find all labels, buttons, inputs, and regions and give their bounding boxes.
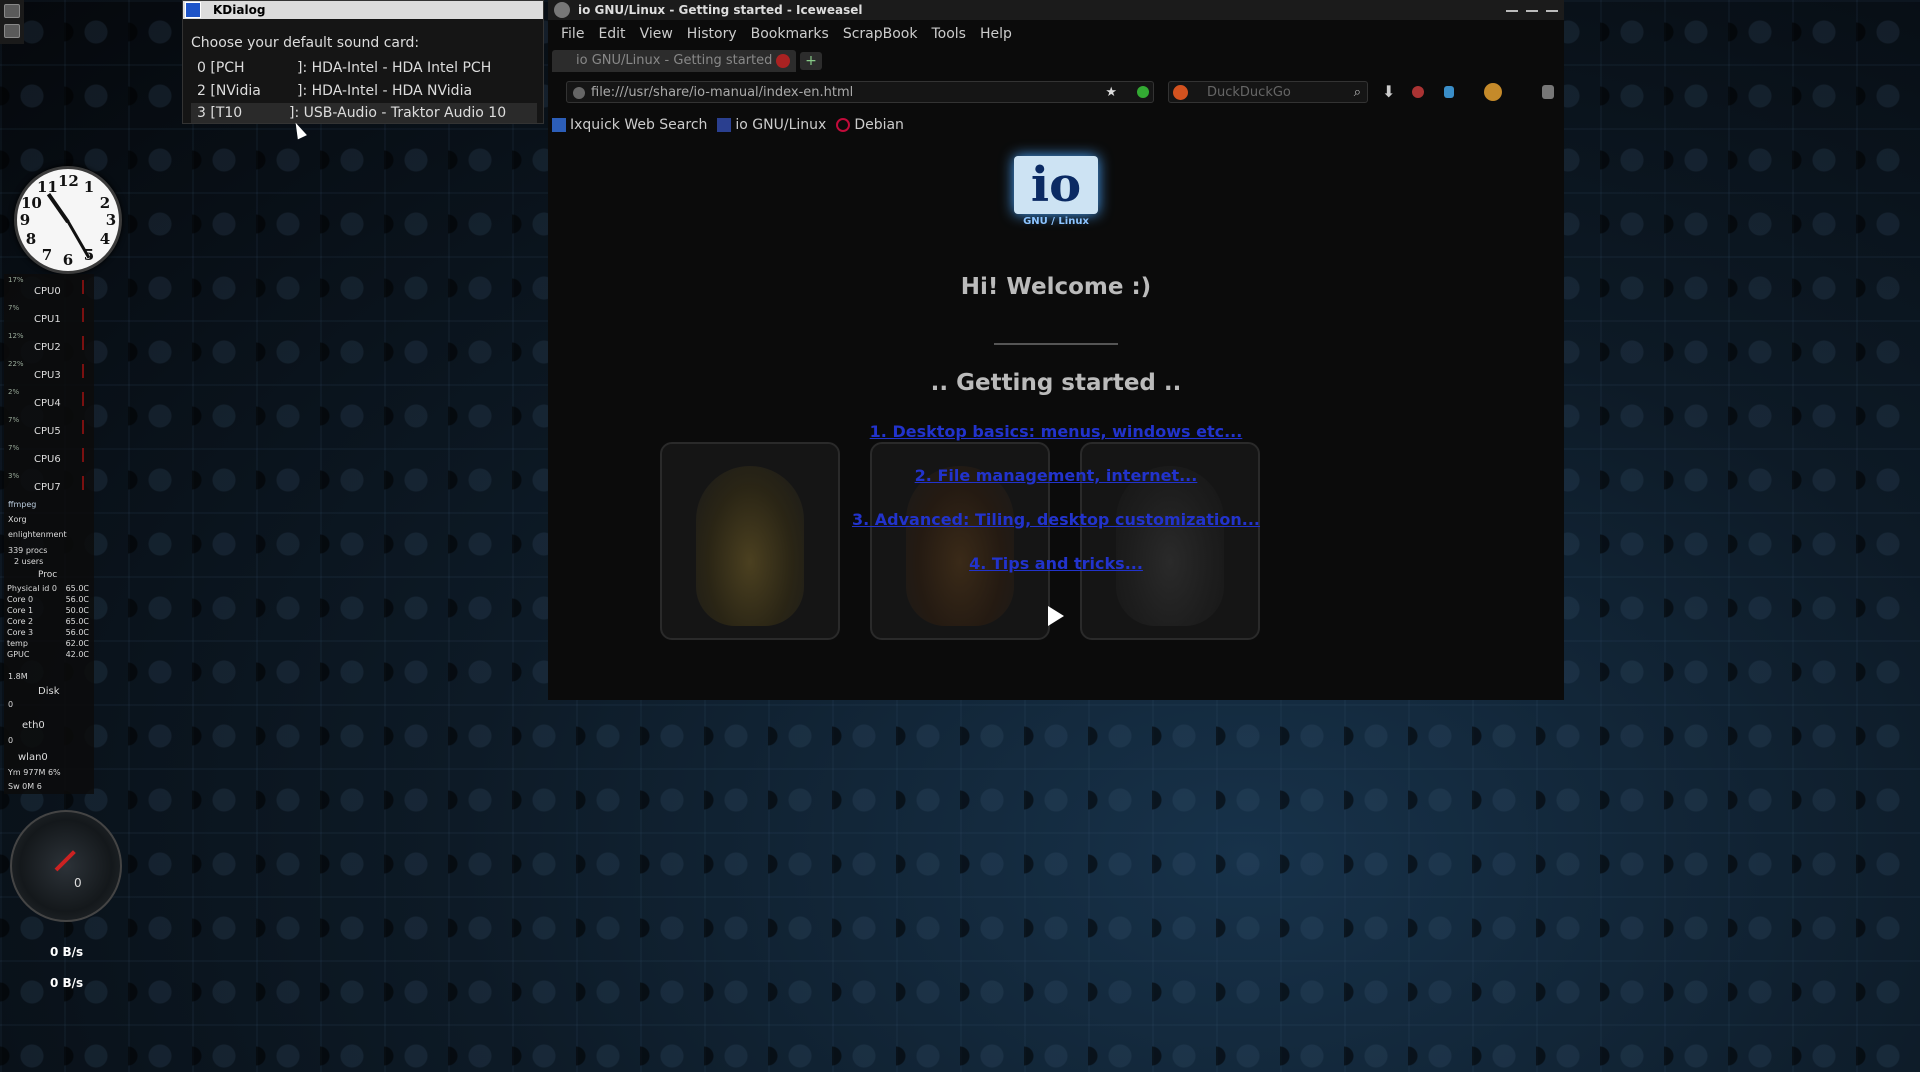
maximize-button[interactable] bbox=[1526, 10, 1538, 12]
clock-hour-hand bbox=[46, 193, 70, 224]
search-icon[interactable]: ⌕ bbox=[1354, 82, 1361, 104]
greasemonkey-icon[interactable] bbox=[1484, 83, 1502, 101]
process-name: enlightenment bbox=[8, 530, 67, 539]
privacy-icon[interactable] bbox=[1542, 85, 1554, 99]
bookmark-debian[interactable]: Debian bbox=[836, 117, 904, 133]
cpu-row: 17% CPU0 bbox=[4, 276, 94, 302]
link-desktop-basics[interactable]: 1. Desktop basics: menus, windows etc... bbox=[548, 422, 1564, 441]
close-tab-icon[interactable] bbox=[776, 54, 790, 68]
wlan-label: wlan0 bbox=[18, 752, 48, 763]
link-tips[interactable]: 4. Tips and tricks... bbox=[548, 554, 1564, 573]
eth-label: eth0 bbox=[22, 720, 45, 731]
cpu-row: 2% CPU4 bbox=[4, 388, 94, 414]
sensor-row: temp 62.0C bbox=[7, 639, 89, 648]
kdialog-title: KDialog bbox=[213, 3, 266, 17]
sensors-title: Proc bbox=[38, 570, 58, 580]
divider bbox=[994, 343, 1118, 345]
go-icon[interactable] bbox=[1137, 86, 1149, 98]
wlan-value: 0 bbox=[8, 736, 14, 745]
search-input[interactable]: DuckDuckGo ⌕ bbox=[1168, 81, 1368, 103]
browser-titlebar[interactable]: io GNU/Linux - Getting started - Iceweas… bbox=[548, 0, 1564, 20]
menu-file[interactable]: File bbox=[561, 26, 584, 42]
sensor-row: Core 1 50.0C bbox=[7, 606, 89, 615]
kdialog-window: KDialog Choose your default sound card: … bbox=[182, 0, 544, 124]
addon-icon[interactable] bbox=[1412, 86, 1424, 98]
process-name: ffmpeg bbox=[8, 500, 37, 509]
disk-value: 1.8M bbox=[8, 672, 28, 681]
window-title: io GNU/Linux - Getting started - Iceweas… bbox=[578, 3, 863, 17]
menu-edit[interactable]: Edit bbox=[598, 26, 625, 42]
cpu-row: 12% CPU2 bbox=[4, 332, 94, 358]
getting-started-heading: .. Getting started .. bbox=[930, 370, 1182, 396]
menu-bookmarks[interactable]: Bookmarks bbox=[751, 26, 829, 42]
tab-strip: io GNU/Linux - Getting started + bbox=[548, 48, 1564, 76]
new-tab-button[interactable]: + bbox=[800, 52, 822, 70]
cpu-gauge: 0 bbox=[10, 810, 122, 922]
kdialog-prompt: Choose your default sound card: bbox=[191, 35, 420, 51]
download-icon[interactable]: ⬇ bbox=[1382, 84, 1398, 100]
cpu-row: 7% CPU1 bbox=[4, 304, 94, 330]
minimize-button[interactable] bbox=[1506, 10, 1518, 12]
bookmark-ixquick[interactable]: Ixquick Web Search bbox=[552, 117, 707, 133]
system-monitor: 17% CPU0 7% CPU1 12% CPU2 22% CPU3 2% CPU4 7%… bbox=[4, 274, 94, 794]
sensor-row: Physical id 0 65.0C bbox=[7, 584, 89, 593]
system-panel: 12 1 2 3 4 5 6 7 8 9 10 11 17%CPU0 7%CPU… bbox=[0, 0, 122, 1072]
sensor-row: Core 0 56.0C bbox=[7, 595, 89, 604]
tab-getting-started[interactable]: io GNU/Linux - Getting started bbox=[552, 50, 796, 72]
cpu-row: 7% CPU6 bbox=[4, 444, 94, 470]
users-count: 2 users bbox=[14, 557, 44, 566]
disk-label: Disk bbox=[38, 686, 60, 697]
url-bar[interactable]: file:///usr/share/io-manual/index-en.htm… bbox=[566, 81, 1154, 103]
bookmark-star-icon[interactable]: ★ bbox=[1105, 82, 1117, 104]
sensor-row: Core 2 65.0C bbox=[7, 617, 89, 626]
sensor-row: Core 3 56.0C bbox=[7, 628, 89, 637]
link-advanced[interactable]: 3. Advanced: Tiling, desktop customizati… bbox=[548, 510, 1564, 529]
cursor-arrow-icon bbox=[1048, 606, 1064, 626]
menu-history[interactable]: History bbox=[687, 26, 737, 42]
soundcard-option-selected[interactable]: 3 [T10]: USB-Audio - Traktor Audio 10 bbox=[191, 103, 537, 123]
process-name: Xorg bbox=[8, 515, 27, 524]
welcome-heading: Hi! Welcome :) bbox=[960, 274, 1152, 300]
gauge-value: 0 bbox=[74, 876, 82, 890]
menu-scrapbook[interactable]: ScrapBook bbox=[843, 26, 918, 42]
sensor-row: GPUC 42.0C bbox=[7, 650, 89, 659]
swap-usage: Sw 0M 6 bbox=[8, 782, 42, 791]
browser-window: io GNU/Linux - Getting started - Iceweas… bbox=[548, 0, 1564, 700]
net-up-rate: 0 B/s bbox=[50, 976, 84, 990]
link-file-management[interactable]: 2. File management, internet... bbox=[548, 466, 1564, 485]
soundcard-option[interactable]: 2 [NVidia]: HDA-Intel - HDA NVidia bbox=[191, 80, 537, 103]
cpu-row: 7% CPU5 bbox=[4, 416, 94, 442]
ram-usage: Ym 977M 6% bbox=[8, 768, 61, 777]
io-linux-icon bbox=[717, 118, 732, 132]
kdialog-titlebar[interactable]: KDialog bbox=[183, 1, 543, 19]
duckduckgo-icon[interactable] bbox=[1173, 85, 1188, 100]
procs-count: 339 procs bbox=[8, 546, 48, 555]
url-text: file:///usr/share/io-manual/index-en.htm… bbox=[591, 85, 854, 100]
debian-icon bbox=[836, 118, 851, 132]
settings-icon[interactable] bbox=[4, 24, 20, 38]
close-button[interactable] bbox=[1546, 10, 1558, 12]
net-down-rate: 0 B/s bbox=[50, 945, 84, 959]
extension-icon[interactable] bbox=[1444, 86, 1454, 98]
cpu-row: 3% CPU7 bbox=[4, 472, 94, 498]
menu-help[interactable]: Help bbox=[980, 26, 1012, 42]
panel-launcher bbox=[0, 0, 24, 44]
bookmarks-toolbar: Ixquick Web Search io GNU/Linux Debian bbox=[548, 110, 1564, 140]
menubar: File Edit View History Bookmarks ScrapBo… bbox=[548, 20, 1564, 48]
gauge-needle bbox=[54, 850, 76, 872]
menu-view[interactable]: View bbox=[640, 26, 673, 42]
terminal-icon[interactable] bbox=[4, 4, 20, 18]
eth-value: 0 bbox=[8, 700, 14, 709]
ixquick-icon bbox=[552, 118, 566, 132]
analog-clock: 12 1 2 3 4 5 6 7 8 9 10 11 bbox=[14, 166, 122, 274]
iceweasel-icon bbox=[554, 2, 570, 18]
kdialog-app-icon bbox=[185, 2, 201, 18]
soundcard-option[interactable]: 0 [PCH]: HDA-Intel - HDA Intel PCH bbox=[191, 57, 537, 80]
menu-tools[interactable]: Tools bbox=[931, 26, 966, 42]
cpu-row: 22% CPU3 bbox=[4, 360, 94, 386]
navigation-bar: file:///usr/share/io-manual/index-en.htm… bbox=[548, 76, 1564, 110]
page-info-icon[interactable] bbox=[573, 87, 585, 99]
bookmark-io-linux[interactable]: io GNU/Linux bbox=[717, 117, 826, 133]
io-logo: io GNU / Linux bbox=[1014, 156, 1098, 230]
